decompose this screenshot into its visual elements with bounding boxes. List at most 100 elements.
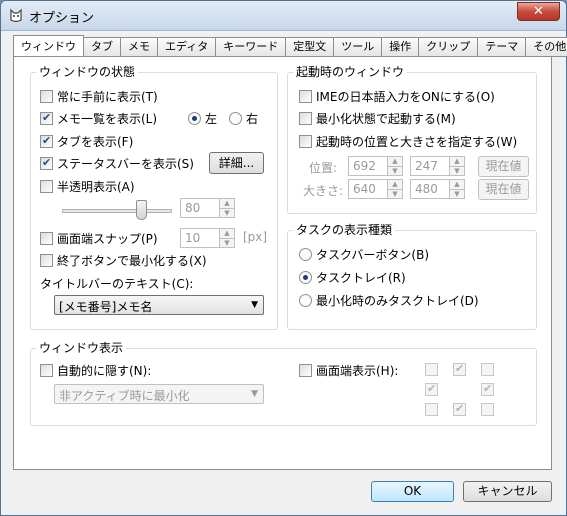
show-statusbar-checkbox[interactable]: ステータスバーを表示(S) (40, 155, 194, 172)
edge-snap-checkbox[interactable]: 画面端スナップ(P) (40, 230, 158, 247)
edge-middle-left-checkbox[interactable] (425, 382, 438, 396)
start-minimized-checkbox[interactable]: 最小化状態で起動する(M) (299, 110, 456, 127)
opacity-slider-thumb[interactable] (136, 200, 147, 220)
tab-tools[interactable]: ツール (334, 37, 383, 57)
show-memo-list-checkbox[interactable]: メモ一覧を表示(L) (40, 110, 157, 127)
up-arrow-icon[interactable]: ▲ (220, 229, 234, 239)
down-arrow-icon[interactable]: ▼ (388, 189, 402, 198)
list-right-radio[interactable]: 右 (229, 110, 258, 127)
checkbox-box (40, 232, 53, 245)
show-statusbar-label: ステータスバーを表示(S) (57, 157, 194, 171)
details-button[interactable]: 詳細... (209, 152, 264, 174)
checkbox-box (299, 135, 312, 148)
up-arrow-icon[interactable]: ▲ (388, 180, 402, 190)
translucent-checkbox[interactable]: 半透明表示(A) (40, 178, 135, 195)
set-position-size-checkbox[interactable]: 起動時の位置と大きさを指定する(W) (299, 133, 517, 150)
radio-dot (299, 248, 312, 261)
dropdown-arrow-icon: ▼ (251, 300, 258, 310)
down-arrow-icon[interactable]: ▼ (220, 208, 234, 217)
edge-bottom-center-checkbox[interactable] (453, 402, 466, 416)
up-arrow-icon[interactable]: ▲ (450, 157, 464, 167)
cat-app-icon (10, 8, 22, 23)
tab-memo[interactable]: メモ (121, 37, 158, 57)
cancel-button[interactable]: キャンセル (463, 481, 552, 502)
tab-other[interactable]: その他 (526, 37, 567, 57)
titlebar-text-select[interactable]: [メモ番号]メモ名 ▼ (54, 295, 264, 315)
radio-dot (188, 112, 201, 125)
translucent-label: 半透明表示(A) (57, 180, 135, 194)
edge-top-right-checkbox[interactable] (481, 363, 494, 376)
show-tabs-checkbox[interactable]: タブを表示(F) (40, 133, 133, 150)
tab-window[interactable]: ウィンドウ (13, 35, 84, 57)
tab-tabs[interactable]: タブ (84, 37, 121, 57)
tab-template[interactable]: 定型文 (286, 37, 335, 57)
edge-snap-label: 画面端スナップ(P) (57, 232, 158, 246)
edge-middle-right-checkbox[interactable] (481, 382, 494, 396)
taskbar-button-radio[interactable]: タスクバーボタン(B) (299, 246, 429, 263)
size-w-value: 640 (353, 182, 376, 196)
down-arrow-icon[interactable]: ▼ (388, 166, 402, 175)
spinner-arrows[interactable]: ▲ ▼ (219, 199, 234, 217)
tab-operation[interactable]: 操作 (382, 37, 420, 57)
spinner-arrows[interactable]: ▲ ▼ (387, 157, 402, 175)
show-tabs-label: タブを表示(F) (57, 135, 134, 149)
size-current-button[interactable]: 現在値 (478, 179, 529, 200)
tab-keyword[interactable]: キーワード (216, 37, 287, 57)
size-w-spinner[interactable]: 640 ▲ ▼ (348, 179, 403, 199)
list-left-radio[interactable]: 左 (188, 110, 217, 127)
taskbar-button-label: タスクバーボタン(B) (316, 248, 429, 262)
radio-dot (299, 294, 312, 307)
ime-on-checkbox[interactable]: IMEの日本語入力をONにする(O) (299, 88, 495, 105)
size-h-spinner[interactable]: 480 ▲ ▼ (410, 179, 465, 199)
checkbox-box (40, 111, 53, 125)
size-label: 大きさ: (303, 184, 344, 198)
auto-hide-value: 非アクティブ時に最小化 (59, 389, 190, 403)
down-arrow-icon[interactable]: ▼ (450, 166, 464, 175)
close-button[interactable]: ✕ (517, 2, 560, 21)
opacity-value: 80 (185, 201, 201, 215)
up-arrow-icon[interactable]: ▲ (220, 199, 234, 209)
minimize-on-close-checkbox[interactable]: 終了ボタンで最小化する(X) (40, 252, 207, 269)
ime-on-label: IMEの日本語入力をONにする(O) (316, 90, 495, 104)
edge-top-center-checkbox[interactable] (453, 362, 466, 376)
up-arrow-icon[interactable]: ▲ (388, 157, 402, 167)
auto-hide-checkbox[interactable]: 自動的に隠す(N): (40, 362, 151, 379)
edge-bottom-left-checkbox[interactable] (425, 403, 438, 416)
down-arrow-icon[interactable]: ▼ (220, 238, 234, 247)
spinner-arrows[interactable]: ▲ ▼ (449, 157, 464, 175)
opacity-slider-track[interactable] (62, 209, 172, 213)
task-tray-label: タスクトレイ(R) (316, 271, 406, 285)
opacity-spinner[interactable]: 80 ▲ ▼ (180, 198, 235, 218)
ok-button[interactable]: OK (371, 481, 454, 502)
snap-spinner[interactable]: 10 ▲ ▼ (180, 228, 235, 248)
task-tray-radio[interactable]: タスクトレイ(R) (299, 269, 406, 286)
show-memo-list-label: メモ一覧を表示(L) (57, 112, 158, 126)
spinner-arrows[interactable]: ▲ ▼ (219, 229, 234, 247)
checkbox-box (299, 90, 312, 103)
spinner-arrows[interactable]: ▲ ▼ (387, 180, 402, 198)
titlebar-text-value: [メモ番号]メモ名 (59, 300, 153, 314)
right-label: 右 (246, 112, 259, 126)
pos-x-spinner[interactable]: 692 ▲ ▼ (348, 156, 403, 176)
titlebar-text-label: タイトルバーのテキスト(C): (40, 277, 194, 291)
checkbox-box (299, 364, 312, 377)
task-display-label: タスクの表示種類 (293, 223, 396, 237)
edge-display-checkbox[interactable]: 画面端表示(H): (299, 362, 398, 379)
position-current-button[interactable]: 現在値 (478, 156, 529, 177)
edge-bottom-right-checkbox[interactable] (481, 403, 494, 416)
dropdown-arrow-icon: ▼ (251, 389, 258, 399)
up-arrow-icon[interactable]: ▲ (450, 180, 464, 190)
window-display-label: ウィンドウ表示 (36, 341, 127, 355)
edge-top-left-checkbox[interactable] (425, 363, 438, 376)
auto-hide-select[interactable]: 非アクティブ時に最小化 ▼ (54, 384, 264, 404)
spinner-arrows[interactable]: ▲ ▼ (449, 180, 464, 198)
always-on-top-checkbox[interactable]: 常に手前に表示(T) (40, 88, 158, 105)
tab-clip[interactable]: クリップ (419, 37, 479, 57)
pos-y-spinner[interactable]: 247 ▲ ▼ (410, 156, 465, 176)
down-arrow-icon[interactable]: ▼ (450, 189, 464, 198)
window-title: オプション (29, 11, 95, 26)
radio-dot (229, 112, 242, 125)
tab-editor[interactable]: エディタ (158, 37, 217, 57)
tab-theme[interactable]: テーマ (478, 37, 527, 57)
tray-minimized-only-radio[interactable]: 最小化時のみタスクトレイ(D) (299, 292, 479, 309)
